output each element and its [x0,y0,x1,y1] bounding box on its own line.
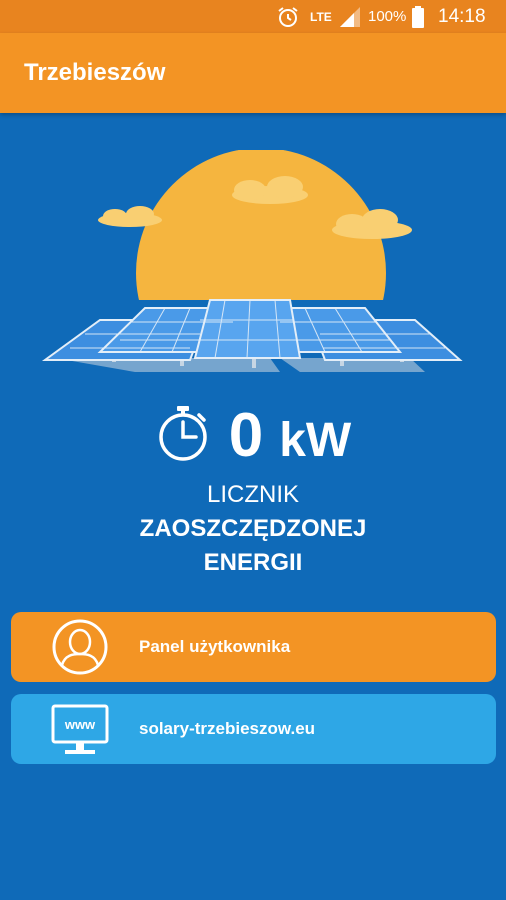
network-type: LTE [310,9,332,24]
counter-caption: LICZNIK ZAOSZCZĘDZONEJ ENERGII [0,478,506,580]
counter-value: 0 [228,400,264,470]
caption-line-1: LICZNIK [206,481,299,508]
energy-counter: 0 kW [0,395,506,475]
clock: 14:18 [438,5,486,27]
counter-unit: kW [279,413,352,467]
solar-panels-illustration [40,148,470,398]
www-icon-text: www [64,717,96,732]
website-label: solary-trzebieszow.eu [139,719,316,738]
user-panel-button[interactable]: Panel użytkownika [11,612,496,682]
page-title: Trzebieszów [24,59,166,86]
caption-line-3: ENERGII [203,549,303,576]
signal-icon [338,0,362,33]
app-bar: Trzebieszów [0,33,506,113]
user-panel-label: Panel użytkownika [139,637,291,656]
alarm-icon [276,0,300,33]
user-avatar-icon [51,618,109,681]
battery-icon [412,0,424,33]
status-bar: LTE 100% 14:18 [0,0,506,33]
stopwatch-icon [155,403,211,468]
www-monitor-icon: www [51,700,109,763]
caption-line-2: ZAOSZCZĘDZONEJ [139,515,367,542]
website-button[interactable]: www solary-trzebieszow.eu [11,694,496,764]
battery-percent: 100% [368,8,407,25]
